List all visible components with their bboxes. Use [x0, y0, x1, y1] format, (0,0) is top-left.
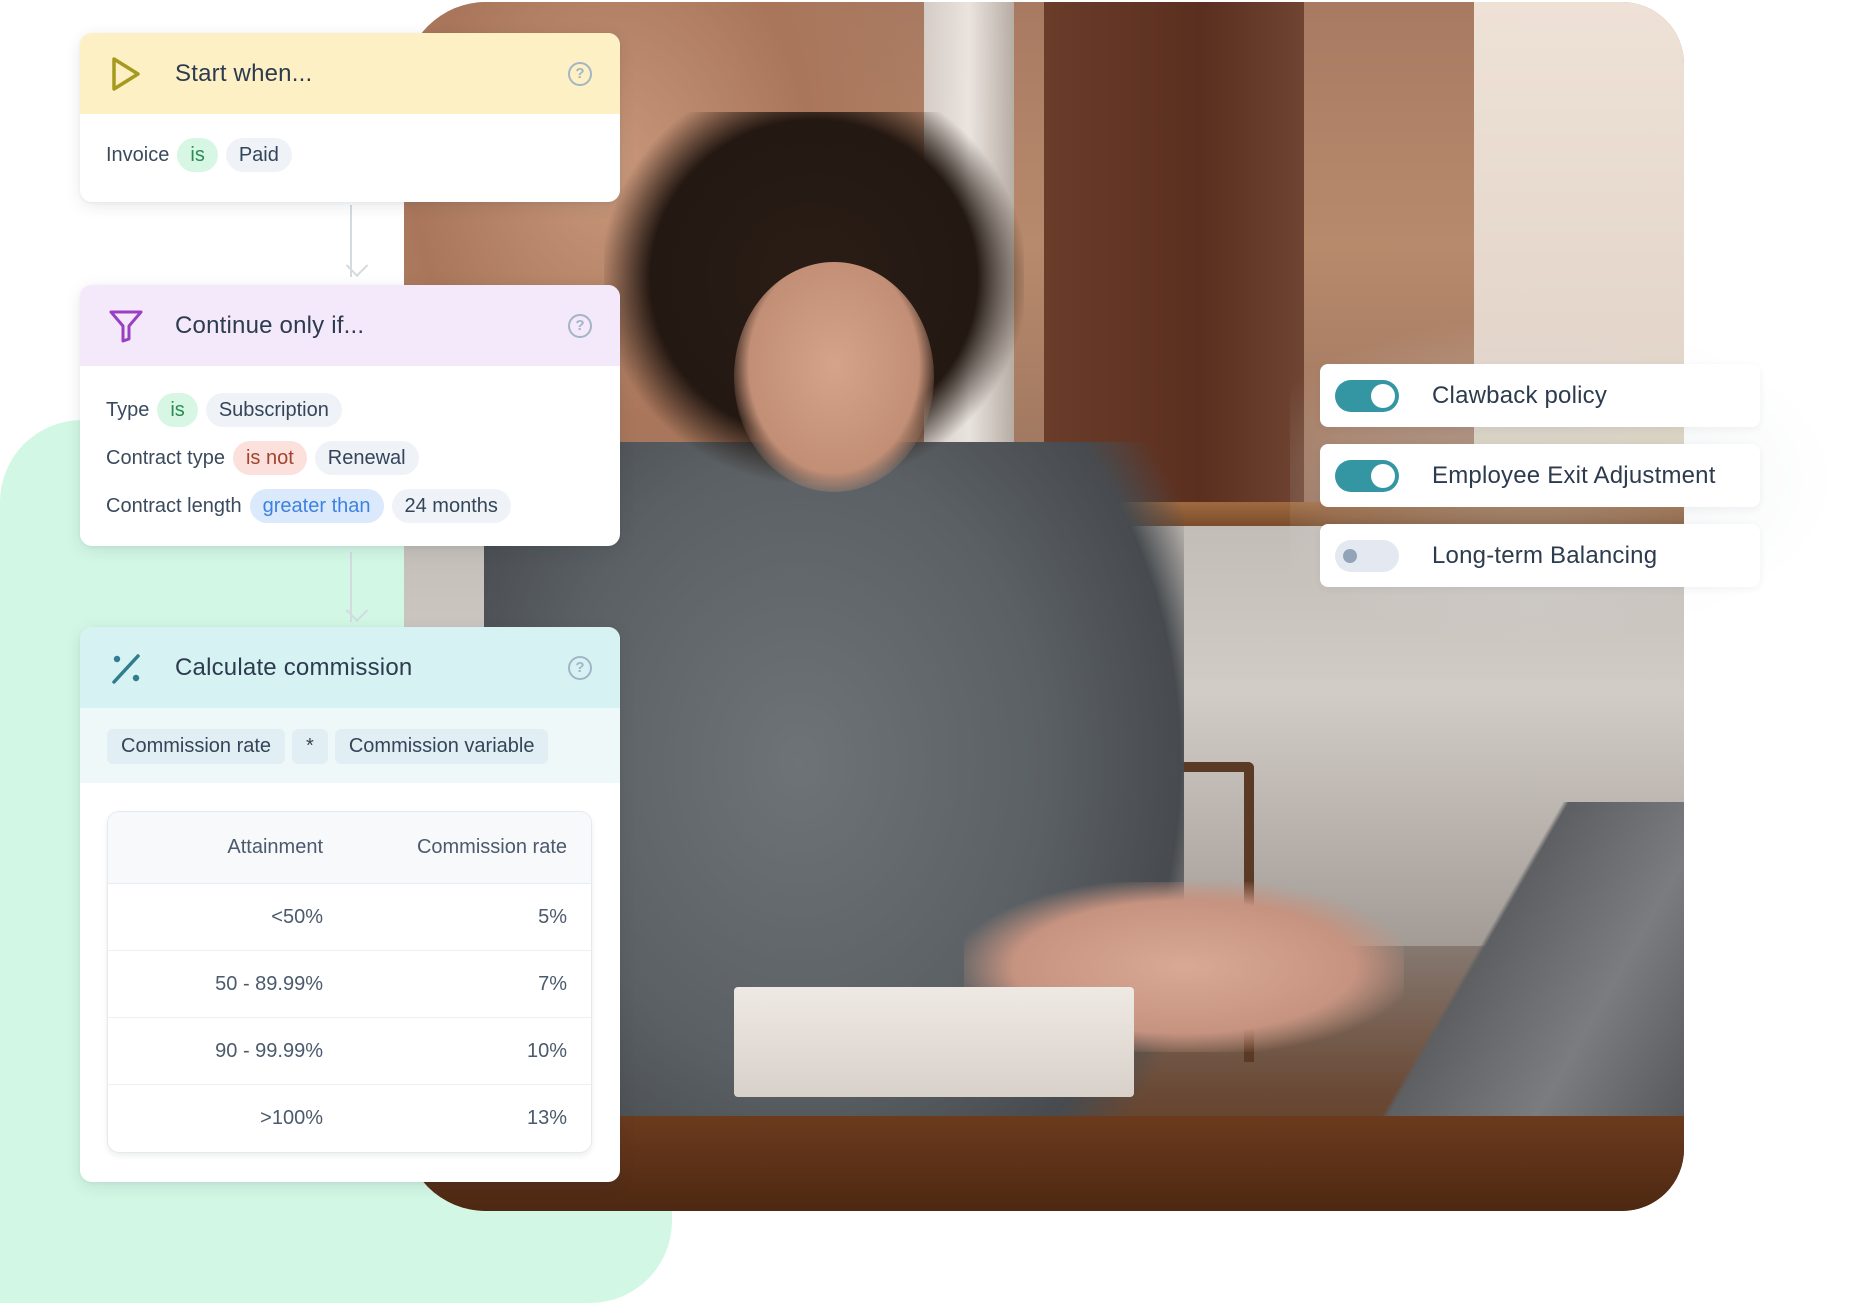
- condition-value[interactable]: Subscription: [205, 393, 342, 427]
- condition-value[interactable]: 24 months: [391, 489, 511, 523]
- condition-row: Contract length greater than 24 months: [106, 489, 594, 523]
- column-header-commission-rate: Commission rate: [416, 836, 567, 858]
- condition-row: Invoice is Paid: [106, 138, 594, 172]
- condition-field: Contract length: [106, 494, 242, 517]
- toggle-long-term-balancing[interactable]: Long-term Balancing: [1320, 524, 1760, 587]
- formula-token[interactable]: Commission variable: [334, 729, 549, 764]
- condition-value[interactable]: Paid: [225, 138, 292, 172]
- calculate-card[interactable]: Calculate commission ? Commission rate *…: [80, 627, 620, 1182]
- toggle-label: Employee Exit Adjustment: [1432, 461, 1716, 489]
- percent-icon: [106, 648, 146, 688]
- question-circle-icon[interactable]: ?: [568, 61, 592, 86]
- condition-operator[interactable]: is: [177, 138, 218, 172]
- toggle-switch-on[interactable]: [1335, 380, 1399, 412]
- toggle-employee-exit-adjustment[interactable]: Employee Exit Adjustment: [1320, 444, 1760, 507]
- card-title: Calculate commission: [175, 653, 413, 681]
- filter-card-header: Continue only if... ?: [80, 285, 620, 366]
- table-row: 50 - 89.99% 7%: [108, 951, 591, 1018]
- attainment-cell: >100%: [260, 1107, 323, 1129]
- formula-token[interactable]: Commission rate: [107, 729, 286, 764]
- condition-field: Type: [106, 398, 150, 421]
- rate-cell: 5%: [538, 905, 567, 928]
- condition-value[interactable]: Renewal: [314, 441, 419, 475]
- table-header: Attainment Commission rate: [108, 812, 591, 884]
- formula-bar: Commission rate * Commission variable: [80, 708, 620, 783]
- connector-arrow: [350, 552, 352, 622]
- table-row: >100% 13%: [108, 1085, 591, 1152]
- card-title: Start when...: [175, 59, 313, 87]
- toggle-label: Clawback policy: [1432, 381, 1608, 409]
- condition-row: Type is Subscription: [106, 393, 594, 427]
- question-circle-icon[interactable]: ?: [568, 655, 592, 680]
- question-circle-icon[interactable]: ?: [568, 313, 592, 338]
- filter-icon: [106, 306, 146, 346]
- connector-arrow: [350, 205, 352, 277]
- card-title: Continue only if...: [175, 311, 365, 339]
- condition-operator[interactable]: is not: [232, 441, 307, 475]
- rate-cell: 10%: [526, 1039, 567, 1062]
- play-icon: [106, 54, 146, 94]
- toggle-label: Long-term Balancing: [1432, 541, 1658, 569]
- toggle-switch-off[interactable]: [1335, 540, 1399, 572]
- attainment-cell: 50 - 89.99%: [215, 972, 323, 995]
- table-row: 90 - 99.99% 10%: [108, 1018, 591, 1085]
- condition-row: Contract type is not Renewal: [106, 441, 594, 475]
- condition-field: Invoice: [106, 143, 170, 166]
- column-header-attainment: Attainment: [227, 836, 323, 858]
- commission-table: Attainment Commission rate <50% 5% 50 - …: [107, 811, 592, 1153]
- attainment-cell: <50%: [271, 905, 323, 928]
- condition-operator[interactable]: is: [157, 393, 198, 427]
- trigger-card[interactable]: Start when... ? Invoice is Paid: [80, 33, 620, 202]
- rate-cell: 7%: [538, 972, 567, 995]
- calculate-card-header: Calculate commission ?: [80, 627, 620, 708]
- rate-cell: 13%: [526, 1107, 567, 1129]
- trigger-card-header: Start when... ?: [80, 33, 620, 114]
- formula-operator[interactable]: *: [292, 729, 328, 764]
- attainment-cell: 90 - 99.99%: [215, 1039, 323, 1062]
- table-row: <50% 5%: [108, 884, 591, 951]
- condition-field: Contract type: [106, 446, 225, 469]
- filter-card[interactable]: Continue only if... ? Type is Subscripti…: [80, 285, 620, 546]
- toggle-switch-on[interactable]: [1335, 460, 1399, 492]
- toggle-clawback-policy[interactable]: Clawback policy: [1320, 364, 1760, 427]
- condition-operator[interactable]: greater than: [249, 489, 384, 523]
